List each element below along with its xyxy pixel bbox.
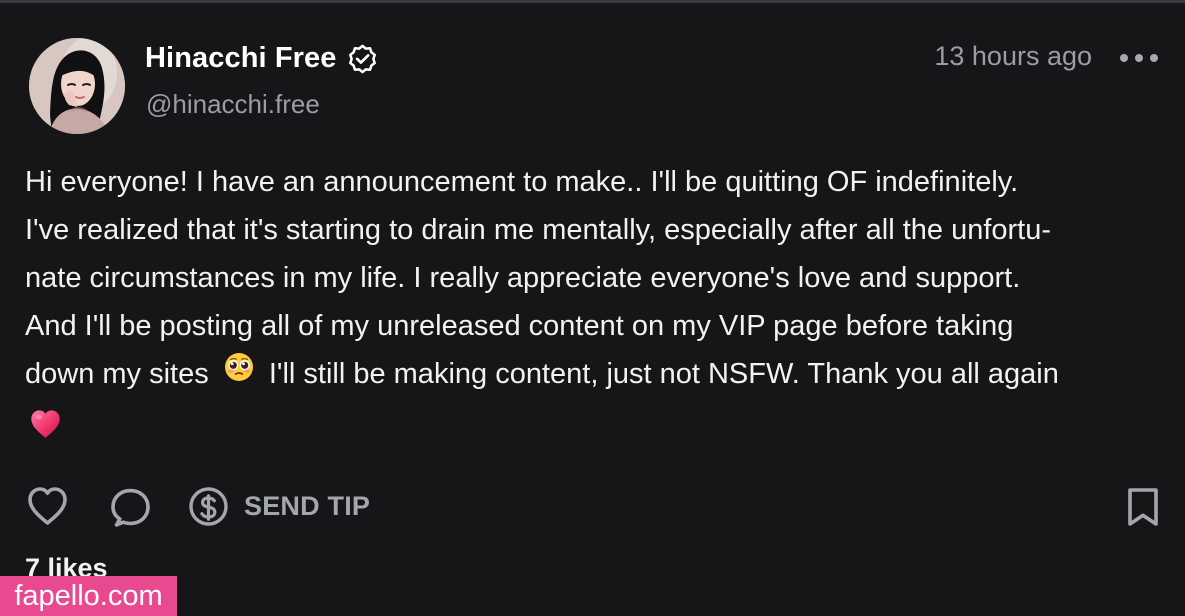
verified-badge-icon (347, 43, 378, 74)
more-dot (1150, 54, 1158, 62)
dollar-coin-icon (187, 485, 230, 528)
bookmark-button[interactable] (1123, 482, 1163, 530)
post-actions: SEND TIP (25, 482, 1165, 530)
more-dot (1120, 54, 1128, 62)
avatar-image (29, 38, 125, 134)
post-body: Hi everyone! I have an announcement to m… (25, 158, 1163, 441)
heart-outline-icon (25, 484, 70, 529)
post-body-line-with-emoji: down my sites I'll still be making conte… (25, 350, 1163, 398)
post-timestamp: 13 hours ago (934, 41, 1092, 71)
author-handle[interactable]: @hinacchi.free (146, 89, 320, 120)
post-body-text-before-emoji: down my sites (25, 358, 209, 391)
post-body-line: Hi everyone! I have an announcement to m… (25, 166, 1019, 198)
like-button[interactable] (25, 482, 71, 530)
send-tip-button[interactable]: SEND TIP (187, 482, 407, 530)
site-watermark: fapello.com (0, 576, 177, 616)
bookmark-icon (1123, 484, 1163, 529)
more-dots-icon[interactable] (1120, 46, 1158, 70)
pleading-face-emoji (223, 350, 255, 398)
send-tip-label: SEND TIP (244, 490, 371, 521)
avatar[interactable] (29, 38, 125, 134)
author-name-row: Hinacchi Free (145, 38, 378, 78)
comment-button[interactable] (108, 482, 154, 530)
post-body-line: nate circumstances in my life. I really … (25, 262, 1021, 294)
display-name[interactable]: Hinacchi Free (145, 42, 337, 75)
post-card: Hinacchi Free @hinacchi.free 13 hours ag… (0, 0, 1185, 616)
post-body-line: I've realized that it's starting to drai… (25, 214, 1052, 246)
comment-bubble-icon (108, 484, 153, 529)
more-dot (1135, 54, 1143, 62)
red-heart-emoji (28, 406, 63, 441)
post-body-line: And I'll be posting all of my unreleased… (25, 310, 1014, 342)
post-body-text-after-emoji: I'll still be making content, just not N… (268, 358, 1059, 391)
